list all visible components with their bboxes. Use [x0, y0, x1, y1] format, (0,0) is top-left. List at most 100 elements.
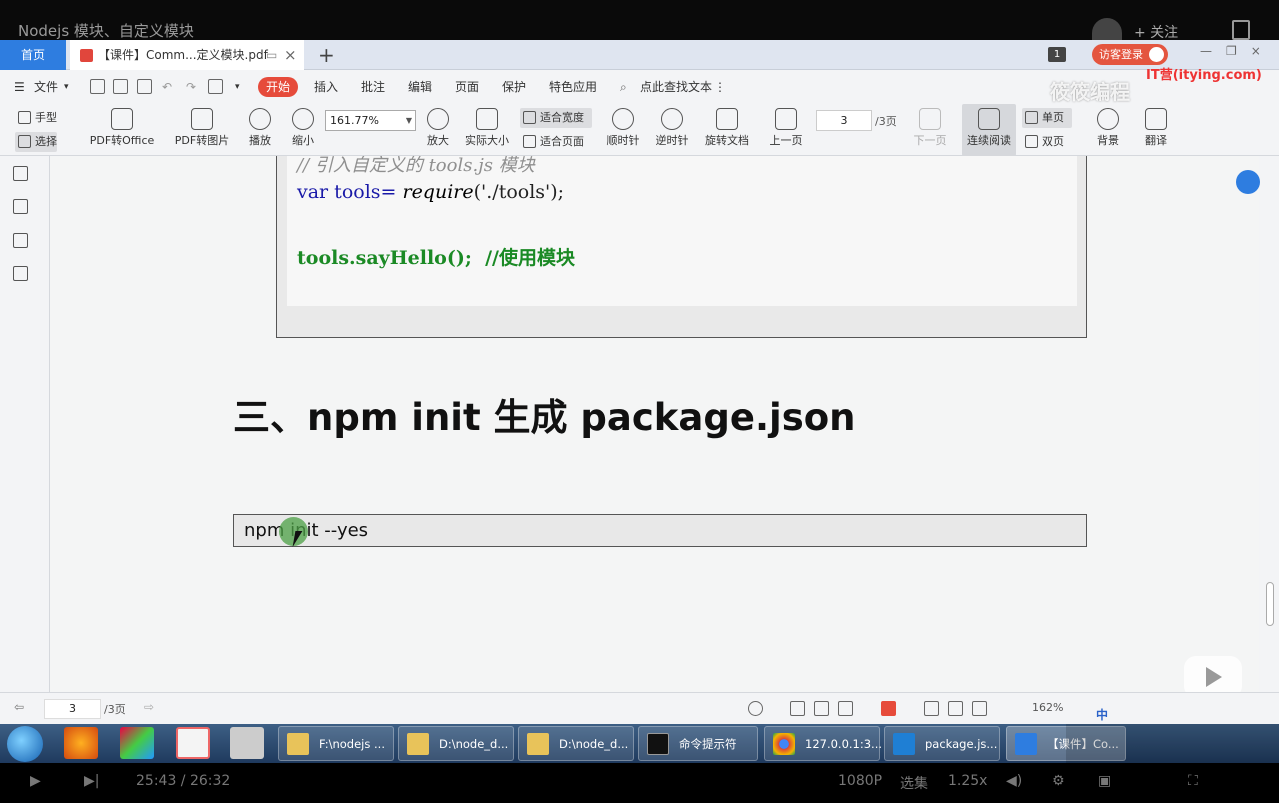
- settings-icon[interactable]: ⚙: [1052, 773, 1065, 789]
- hand-tool[interactable]: 手型: [15, 108, 57, 128]
- rotate-document-button[interactable]: 旋转文档: [702, 104, 752, 156]
- speed-button[interactable]: 1.25x: [948, 773, 987, 789]
- pinned-app-icon[interactable]: [120, 727, 154, 759]
- start-button[interactable]: [7, 726, 43, 762]
- print-icon[interactable]: [137, 79, 152, 94]
- close-tab-icon[interactable]: ×: [284, 40, 297, 70]
- window-count-badge[interactable]: 1: [1048, 47, 1066, 62]
- taskbar-item-label: D:\node_d...: [439, 737, 509, 751]
- more-icon[interactable]: ⋮: [714, 70, 726, 104]
- menu-protect[interactable]: 保护: [502, 70, 526, 104]
- tab-document[interactable]: 【课件】Comm...定义模块.pdf ▭ ×: [70, 40, 304, 70]
- menu-file[interactable]: 文件: [34, 70, 58, 104]
- undo-icon[interactable]: ↶: [162, 70, 172, 104]
- page-number-input[interactable]: 3: [816, 110, 872, 131]
- fit-page-icon[interactable]: [948, 701, 963, 716]
- fullscreen-icon[interactable]: ⛶: [1188, 773, 1198, 789]
- pdf-to-office-button[interactable]: PDF转Office: [84, 104, 160, 156]
- double-page-button[interactable]: 双页: [1022, 132, 1064, 152]
- background-button[interactable]: 背景: [1090, 104, 1126, 156]
- menu-bar: ☰ 文件 ▾ ↶ ↷ ▾ 开始 插入 批注 编辑 页面 保护 特色应用 ⌕ 点此…: [0, 68, 1279, 104]
- taskbar-item-chrome[interactable]: 127.0.0.1:3...: [764, 726, 882, 761]
- taskbar-item-folder-2[interactable]: D:\node_d...: [398, 726, 514, 761]
- taskbar-item-vscode[interactable]: package.js...: [884, 726, 1000, 761]
- bookmark-icon[interactable]: [13, 266, 28, 281]
- next-page-button[interactable]: 下一页: [910, 104, 950, 156]
- left-sidebar: [0, 156, 50, 692]
- menu-page[interactable]: 页面: [455, 70, 479, 104]
- fit-page-button[interactable]: 适合页面: [520, 132, 584, 152]
- play-icon[interactable]: ▶: [30, 773, 41, 789]
- arrow-left-icon[interactable]: ⇦: [14, 700, 24, 714]
- uploader-avatar[interactable]: [1092, 18, 1122, 40]
- select-tool[interactable]: 选择: [15, 132, 57, 152]
- zoom-in-button[interactable]: 放大: [424, 104, 452, 156]
- follow-button[interactable]: + 关注: [1134, 22, 1178, 42]
- eye-icon[interactable]: [748, 701, 763, 716]
- search-icon: ⌕: [620, 80, 627, 94]
- tab-home[interactable]: 首页: [0, 40, 66, 70]
- play-icon: [249, 108, 271, 130]
- redo-icon[interactable]: ↷: [186, 70, 196, 104]
- new-tab-button[interactable]: +: [318, 40, 335, 70]
- scrollbar-thumb[interactable]: [1266, 582, 1274, 626]
- vertical-scrollbar[interactable]: [1259, 156, 1279, 692]
- system-tray[interactable]: [1066, 724, 1279, 763]
- firefox-icon[interactable]: [64, 727, 98, 759]
- actual-size-icon[interactable]: [924, 701, 939, 716]
- floating-tool-icon[interactable]: [1236, 170, 1260, 194]
- episode-select-button[interactable]: 选集: [900, 773, 928, 793]
- zoom-out-button[interactable]: 缩小: [288, 104, 318, 156]
- translate-button[interactable]: 翻译: [1138, 104, 1174, 156]
- zoom-select[interactable]: 161.77% ▼: [325, 110, 416, 131]
- menu-annotate[interactable]: 批注: [361, 70, 385, 104]
- visitor-login-button[interactable]: 访客登录: [1092, 44, 1168, 65]
- continuous-read-button[interactable]: 连续阅读: [962, 104, 1016, 156]
- chevron-down-icon[interactable]: ▾: [235, 70, 240, 104]
- single-view-icon[interactable]: [814, 701, 829, 716]
- taskbar-item-cmd[interactable]: 命令提示符: [638, 726, 758, 761]
- export-icon[interactable]: [208, 79, 223, 94]
- pdf-to-image-button[interactable]: PDF转图片: [172, 104, 232, 156]
- thumbnail-icon[interactable]: [13, 199, 28, 214]
- menu-edit[interactable]: 编辑: [408, 70, 432, 104]
- ime-indicator[interactable]: 中: [1096, 706, 1108, 723]
- continuous-view-icon[interactable]: [790, 701, 805, 716]
- menu-insert[interactable]: 插入: [314, 70, 338, 104]
- next-icon[interactable]: ▶|: [84, 773, 99, 789]
- single-page-button[interactable]: 单页: [1022, 108, 1072, 128]
- search-text-button[interactable]: 点此查找文本: [640, 70, 712, 104]
- taskbar-item-folder-1[interactable]: F:\nodejs ...: [278, 726, 394, 761]
- code-require-line: var tools= require('./tools');: [297, 181, 564, 203]
- actual-size-button[interactable]: 实际大小: [462, 104, 512, 156]
- recorder-icon[interactable]: [230, 727, 264, 759]
- rotate-cw-button[interactable]: 顺时针: [604, 104, 642, 156]
- status-page-input[interactable]: 3: [44, 699, 101, 719]
- fit-width-icon[interactable]: [972, 701, 987, 716]
- save-icon[interactable]: [113, 79, 128, 94]
- pip-icon[interactable]: ▣: [1098, 773, 1111, 789]
- annotation-icon[interactable]: [13, 233, 28, 248]
- double-view-icon[interactable]: [838, 701, 853, 716]
- chevron-down-icon[interactable]: ▾: [64, 70, 69, 104]
- quality-button[interactable]: 1080P: [838, 773, 882, 789]
- document-canvas[interactable]: // 引入自定义的 tools.js 模块 var tools= require…: [50, 156, 1259, 692]
- volume-icon[interactable]: ◀): [1006, 773, 1022, 789]
- taskbar-item-folder-3[interactable]: D:\node_d...: [518, 726, 634, 761]
- share-icon[interactable]: [1232, 20, 1250, 40]
- video-time: 25:43 / 26:32: [136, 773, 231, 789]
- menu-start[interactable]: 开始: [258, 77, 298, 97]
- play-icon[interactable]: [881, 701, 896, 716]
- play-button[interactable]: 播放: [244, 104, 276, 156]
- window-controls[interactable]: —❐×: [1200, 44, 1275, 58]
- outline-icon[interactable]: [13, 166, 28, 181]
- rotate-ccw-button[interactable]: 逆时针: [653, 104, 691, 156]
- arrow-right-icon[interactable]: ⇨: [144, 700, 154, 714]
- fit-width-button[interactable]: 适合宽度: [520, 108, 592, 128]
- tab-preview-icon[interactable]: ▭: [266, 40, 277, 70]
- paint-icon[interactable]: [176, 727, 210, 759]
- hamburger-icon[interactable]: ☰: [14, 70, 25, 104]
- open-folder-icon[interactable]: [90, 79, 105, 94]
- menu-features[interactable]: 特色应用: [549, 70, 597, 104]
- prev-page-button[interactable]: 上一页: [766, 104, 806, 156]
